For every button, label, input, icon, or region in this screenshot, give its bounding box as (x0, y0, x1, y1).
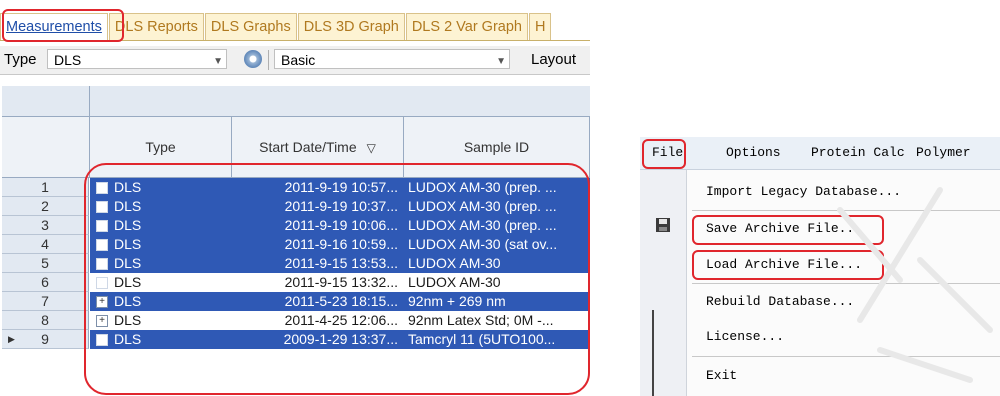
view-select-value: Basic (281, 52, 316, 68)
toolbar: Type DLS ▼ Basic ▼ Layout (0, 46, 590, 75)
row-number[interactable]: 5 (2, 254, 89, 273)
row-number[interactable]: 2 (2, 197, 89, 216)
watermark-graphic (837, 187, 993, 383)
menu-icon-gutter (640, 170, 687, 396)
menu-bar: File Options Protein Calc Polymer (640, 137, 1000, 170)
layout-button[interactable]: Layout (531, 51, 576, 68)
menu-polymer[interactable]: Polymer (916, 145, 971, 160)
row-number-label: 6 (41, 274, 49, 290)
save-disk-icon (656, 218, 670, 232)
gutter-bracket (652, 310, 654, 396)
tab-dls-graphs[interactable]: DLS Graphs (204, 13, 297, 40)
chevron-down-icon: ▼ (496, 56, 506, 67)
row-number-label: 4 (41, 236, 49, 252)
group-header-row (2, 86, 590, 117)
highlight-file-menu (642, 139, 686, 169)
type-select[interactable]: DLS ▼ (47, 49, 227, 69)
row-number[interactable]: 1 (2, 178, 89, 197)
menu-options[interactable]: Options (726, 145, 781, 160)
gear-icon[interactable] (244, 50, 262, 68)
sort-descending-icon: ▽ (366, 141, 376, 155)
toolbar-divider (268, 50, 269, 70)
menu-protein-calc[interactable]: Protein Calc (811, 145, 905, 160)
row-number-label: 5 (41, 255, 49, 271)
row-number-label: 7 (41, 293, 49, 309)
highlight-selected-rows (84, 163, 590, 395)
view-select[interactable]: Basic ▼ (274, 49, 510, 69)
type-select-value: DLS (54, 52, 82, 68)
row-number[interactable]: 8 (2, 311, 89, 330)
current-row-pointer-icon: ▶ (8, 334, 15, 344)
chevron-down-icon: ▼ (213, 56, 223, 67)
row-number-header (2, 117, 90, 177)
row-number-label: 1 (41, 179, 49, 195)
row-number-label: 8 (41, 312, 49, 328)
tab-overflow[interactable]: H (528, 13, 552, 40)
row-number-label: 2 (41, 198, 49, 214)
menu-item-exit[interactable]: Exit (706, 368, 737, 383)
row-number[interactable]: ▶ 9 (2, 330, 89, 349)
type-label: Type (4, 51, 37, 68)
highlight-measurements-tab (2, 9, 124, 42)
row-number[interactable]: 3 (2, 216, 89, 235)
row-number[interactable]: 7 (2, 292, 89, 311)
tab-dls-2-var-graph[interactable]: DLS 2 Var Graph (405, 13, 528, 40)
menu-item-license[interactable]: License... (706, 329, 784, 344)
row-number-label: 3 (41, 217, 49, 233)
row-number[interactable]: 6 (2, 273, 89, 292)
row-number[interactable]: 4 (2, 235, 89, 254)
row-number-label: 9 (41, 331, 49, 347)
tab-dls-3d-graph[interactable]: DLS 3D Graph (297, 13, 405, 40)
column-header-label: Start Date/Time (259, 139, 357, 155)
measurements-panel: Measurements DLS Reports DLS Graphs DLS … (0, 0, 590, 396)
